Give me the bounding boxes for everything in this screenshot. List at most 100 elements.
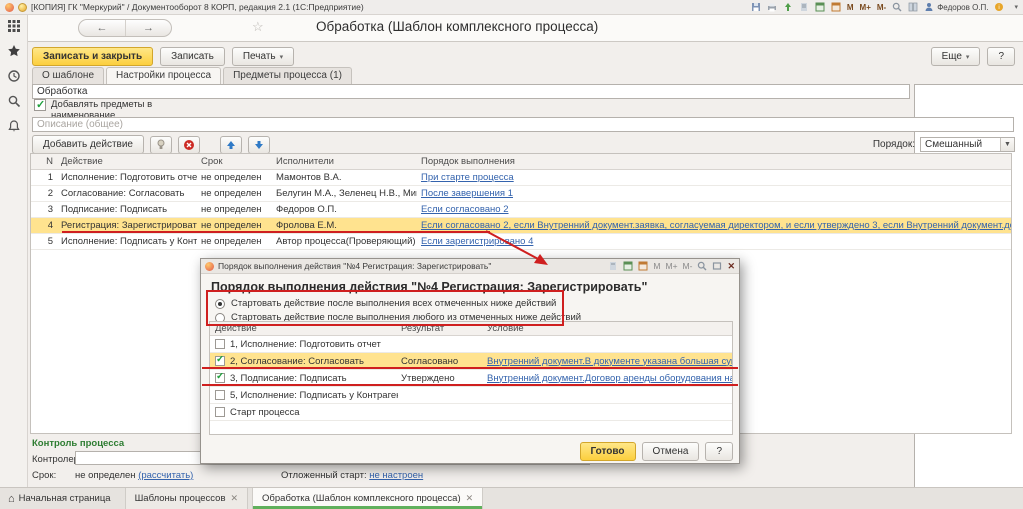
dialog-row-checkbox[interactable]: [215, 339, 225, 349]
service-menu-icon[interactable]: [18, 3, 27, 12]
done-button[interactable]: Готово: [580, 442, 636, 461]
action-row[interactable]: 1 Исполнение: Подготовить отчет не опред…: [31, 170, 1011, 186]
form-tab[interactable]: Предметы процесса (1): [223, 67, 352, 84]
form-tab[interactable]: Настройки процесса: [106, 67, 221, 85]
order-caret-icon[interactable]: ▼: [1000, 138, 1014, 151]
action-row-order-link[interactable]: При старте процесса: [421, 172, 514, 183]
action-row-name: Подписание: Подписать: [57, 204, 197, 215]
dialog-calendar-green-icon[interactable]: [623, 261, 633, 271]
more-caret-icon: ▾: [966, 54, 970, 61]
dialog-row-checkbox[interactable]: [215, 407, 225, 417]
move-down-icon[interactable]: [248, 136, 270, 154]
action-row-order-link[interactable]: Если согласовано 2, если Внутренний доку…: [421, 220, 1011, 231]
action-row-order-link[interactable]: После завершения 1: [421, 188, 513, 199]
add-subjects-checkbox[interactable]: [34, 99, 46, 111]
col-term: Срок: [197, 156, 272, 167]
dialog-calc-m-plus-button[interactable]: M+: [665, 261, 677, 271]
search-icon[interactable]: [7, 94, 21, 108]
action-row[interactable]: 2 Согласование: Согласовать не определен…: [31, 186, 1011, 202]
dialog-zoom-icon[interactable]: [697, 261, 707, 271]
action-row-term: не определен: [197, 204, 272, 215]
tab-close-icon[interactable]: ✕: [466, 493, 474, 504]
save-icon[interactable]: [751, 2, 761, 12]
radio-all-label: Стартовать действие после выполнения все…: [231, 298, 556, 309]
actions-table-body: 1 Исполнение: Подготовить отчет не опред…: [31, 170, 1011, 250]
deferred-start-label: Отложенный старт:: [281, 470, 367, 481]
back-button[interactable]: ←: [79, 20, 125, 36]
save-and-close-button[interactable]: Записать и закрыть: [32, 47, 153, 66]
action-row-order-link[interactable]: Если зарегистрировано 4: [421, 236, 533, 247]
col-performers: Исполнители: [272, 156, 417, 167]
calc-m-button[interactable]: M: [847, 3, 854, 12]
favorites-star-icon[interactable]: [7, 44, 21, 58]
split-columns-icon[interactable]: [908, 2, 918, 12]
dialog-action-row[interactable]: 1, Исполнение: Подготовить отчет: [210, 336, 732, 353]
radio-all-actions[interactable]: [215, 299, 225, 309]
history-icon[interactable]: [7, 69, 21, 83]
form-tab[interactable]: О шаблоне: [32, 67, 104, 84]
action-row-order-link[interactable]: Если согласовано 2: [421, 204, 509, 215]
print-button[interactable]: Печать▾: [232, 47, 294, 66]
deferred-start-row: Отложенный старт: не настроен: [281, 470, 423, 481]
forward-button[interactable]: →: [125, 20, 171, 36]
cancel-button[interactable]: Отмена: [642, 442, 700, 461]
dialog-action-row[interactable]: 3, Подписание: Подписать Утверждено Внут…: [210, 370, 732, 387]
dialog-calendar-orange-icon[interactable]: [638, 261, 648, 271]
calc-m-minus-button[interactable]: M-: [877, 3, 886, 12]
calendar-orange-icon[interactable]: [831, 2, 841, 12]
description-input[interactable]: [32, 117, 1014, 132]
dialog-row-checkbox[interactable]: [215, 373, 225, 383]
document-icon[interactable]: [799, 2, 809, 12]
info-icon[interactable]: i: [994, 2, 1004, 12]
process-control-title: Контроль процесса: [32, 438, 124, 449]
titlebar-more-icon[interactable]: ▾: [1014, 3, 1018, 11]
calc-m-plus-button[interactable]: M+: [860, 3, 871, 12]
condition-bulb-icon[interactable]: [150, 136, 172, 154]
action-row[interactable]: 3 Подписание: Подписать не определен Фед…: [31, 202, 1011, 218]
term-calculate-link[interactable]: (рассчитать): [138, 470, 193, 481]
delete-action-icon[interactable]: [178, 136, 200, 154]
dialog-document-icon[interactable]: [608, 261, 618, 271]
deferred-start-link[interactable]: не настроен: [369, 470, 423, 481]
window-tab[interactable]: Обработка (Шаблон комплексного процесса)…: [252, 488, 483, 509]
execution-order-dialog: Порядок выполнения действия "№4 Регистра…: [200, 258, 740, 464]
action-row[interactable]: 4 Регистрация: Зарегистрировать не опред…: [31, 218, 1011, 234]
more-button[interactable]: Еще▾: [931, 47, 981, 66]
dialog-table-header: Действие Результат Условие: [210, 322, 732, 336]
term-value-row: не определен (рассчитать): [75, 470, 193, 481]
save-button[interactable]: Записать: [160, 47, 225, 66]
order-select[interactable]: Смешанный ▼: [920, 137, 1015, 152]
add-action-button[interactable]: Добавить действие: [32, 135, 144, 154]
zoom-icon[interactable]: [892, 2, 902, 12]
dialog-action-row[interactable]: Старт процесса: [210, 404, 732, 421]
calendar-green-icon[interactable]: [815, 2, 825, 12]
dialog-row-condition-link[interactable]: Внутренний документ.Договор аренды обору…: [487, 373, 732, 384]
window-tab[interactable]: Шаблоны процессов ✕: [125, 488, 248, 509]
col-action: Действие: [57, 156, 197, 167]
action-row[interactable]: 5 Исполнение: Подписать у Контрагента не…: [31, 234, 1011, 250]
tab-close-icon[interactable]: ✕: [231, 493, 239, 504]
dialog-calc-m-button[interactable]: M: [653, 261, 660, 271]
dialog-row-checkbox[interactable]: [215, 356, 225, 366]
term-value: не определен: [75, 470, 136, 481]
dialog-calc-m-minus-button[interactable]: M-: [683, 261, 693, 271]
print-icon[interactable]: [767, 2, 777, 12]
dialog-help-button[interactable]: ?: [705, 442, 733, 461]
dialog-close-icon[interactable]: ✕: [727, 261, 735, 272]
dialog-titlebar: Порядок выполнения действия "№4 Регистра…: [201, 259, 739, 274]
add-favorite-star-icon[interactable]: ☆: [252, 19, 264, 35]
dialog-window-icon[interactable]: [712, 261, 722, 271]
dialog-row-condition-link[interactable]: Внутренний документ.В документе указана …: [487, 356, 732, 367]
import-icon[interactable]: [783, 2, 793, 12]
help-button[interactable]: ?: [987, 47, 1015, 66]
move-up-icon[interactable]: [220, 136, 242, 154]
template-name-input[interactable]: [32, 84, 910, 99]
main-menu-grid-icon[interactable]: [7, 19, 21, 33]
home-page-tab[interactable]: ⌂ Начальная страница: [0, 488, 121, 509]
notifications-bell-icon[interactable]: [7, 119, 21, 133]
dialog-action-row[interactable]: 5, Исполнение: Подписать у Контрагента: [210, 387, 732, 404]
dialog-action-row[interactable]: 2, Согласование: Согласовать Согласовано…: [210, 353, 732, 370]
current-user[interactable]: Федоров О.П.: [924, 2, 988, 12]
user-name: Федоров О.П.: [937, 3, 988, 12]
dialog-row-checkbox[interactable]: [215, 390, 225, 400]
